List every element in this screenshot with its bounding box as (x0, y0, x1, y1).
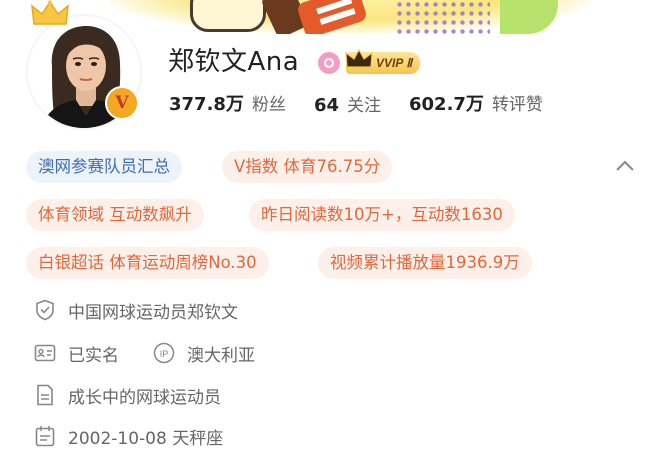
crown-icon (31, 0, 69, 25)
tag-sports-interaction[interactable]: 体育领域 互动数飙升 (26, 199, 204, 231)
chevron-up-icon[interactable] (614, 158, 636, 174)
stat-following[interactable]: 64 关注 (314, 91, 381, 116)
stat-likes[interactable]: 602.7万 转评赞 (409, 90, 543, 116)
stats-row: 377.8万 粉丝 64 关注 602.7万 转评赞 (169, 88, 571, 118)
stat-label: 粉丝 (251, 95, 286, 115)
stat-label: 转评赞 (491, 95, 543, 115)
ip-icon: IP (153, 342, 175, 364)
tag-v-index[interactable]: V指数 体育76.75分 (222, 151, 393, 183)
info-birthday-row: 2002-10-08 天秤座 (34, 422, 223, 450)
banner-cartoon-figure (190, 0, 266, 32)
ip-location-text: 澳大利亚 (187, 345, 255, 366)
tag-australian-open[interactable]: 澳网参赛队员汇总 (26, 151, 182, 183)
real-name-text: 已实名 (68, 345, 119, 366)
info-bio-row: 成长中的网球运动员 (34, 381, 221, 409)
stat-value: 377.8万 (169, 94, 244, 115)
tag-daily-reads[interactable]: 昨日阅读数10万+，互动数1630 (249, 199, 515, 231)
shield-icon (34, 299, 56, 321)
verified-v-icon[interactable]: V (105, 86, 139, 120)
id-card-icon (34, 342, 56, 364)
svg-text:IP: IP (160, 349, 169, 359)
stat-value: 64 (313, 94, 339, 116)
tag-super-topic[interactable]: 白银超话 体育运动周榜No.30 (26, 247, 269, 279)
calendar-icon (34, 425, 56, 447)
vvip-crown-icon (345, 48, 373, 68)
stat-label: 关注 (347, 95, 381, 116)
stat-value: 602.7万 (409, 94, 484, 115)
document-icon (34, 384, 56, 406)
verification-text: 中国网球运动员郑钦文 (68, 302, 238, 323)
banner-dot-pattern (395, 0, 490, 34)
verified-mark: V (115, 93, 129, 113)
stat-followers[interactable]: 377.8万 粉丝 (169, 90, 286, 116)
lollipop-icon[interactable] (318, 52, 340, 74)
info-verification-row: 中国网球运动员郑钦文 (34, 296, 238, 324)
bio-text: 成长中的网球运动员 (68, 387, 221, 408)
tag-video-plays[interactable]: 视频累计播放量1936.9万 (318, 247, 532, 279)
profile-name: 郑钦文Ana (168, 47, 300, 77)
birthday-text: 2002-10-08 天秤座 (68, 428, 224, 449)
info-identity-row: 已实名 IP 澳大利亚 (34, 339, 255, 367)
